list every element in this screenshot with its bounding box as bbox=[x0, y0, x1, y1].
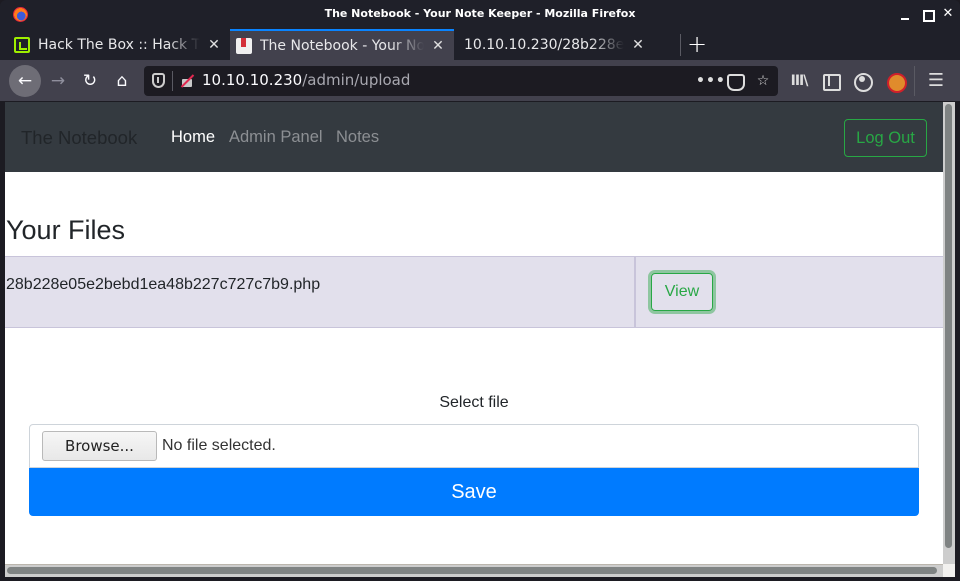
nav-link-home[interactable]: Home bbox=[171, 128, 215, 147]
logout-button[interactable]: Log Out bbox=[844, 119, 927, 157]
insecure-lock-icon[interactable] bbox=[180, 74, 194, 88]
url-text[interactable]: 10.10.10.230/admin/upload bbox=[202, 71, 410, 89]
hamburger-menu-icon[interactable]: ☰ bbox=[925, 70, 947, 92]
site-brand[interactable]: The Notebook bbox=[21, 127, 137, 149]
tab-hack-the-box[interactable]: Hack The Box :: Hack The Box ✕ bbox=[8, 29, 230, 60]
page-title: Your Files bbox=[6, 215, 126, 245]
extension-icon[interactable] bbox=[884, 70, 907, 93]
horizontal-scroll-thumb[interactable] bbox=[7, 567, 937, 574]
close-tab-icon[interactable]: ✕ bbox=[430, 38, 446, 54]
notebook-icon bbox=[236, 37, 252, 54]
url-bar[interactable]: 10.10.10.230/admin/upload ••• ☆ bbox=[144, 66, 778, 96]
browser-window: The Notebook - Your Note Keeper - Mozill… bbox=[0, 0, 960, 581]
tab-strip: Hack The Box :: Hack The Box ✕ The Noteb… bbox=[0, 28, 960, 60]
reload-button[interactable]: ↻ bbox=[74, 65, 106, 97]
navigation-toolbar: ← → ↻ ⌂ 10.10.10.230/admin/upload ••• ☆ … bbox=[0, 60, 960, 102]
title-bar: The Notebook - Your Note Keeper - Mozill… bbox=[0, 0, 960, 28]
vertical-scrollbar[interactable] bbox=[943, 102, 955, 564]
file-input[interactable]: Browse... No file selected. bbox=[29, 424, 919, 468]
library-icon[interactable]: III\ bbox=[788, 70, 810, 92]
htb-cube-icon bbox=[14, 36, 30, 53]
cell-divider bbox=[634, 257, 636, 327]
back-button[interactable]: ← bbox=[9, 65, 41, 97]
nav-link-admin-panel[interactable]: Admin Panel bbox=[229, 128, 323, 147]
minimize-button[interactable] bbox=[896, 4, 916, 24]
sidebar-icon[interactable] bbox=[819, 70, 841, 92]
maximize-button[interactable] bbox=[918, 4, 938, 24]
tracking-protection-shield-icon[interactable] bbox=[152, 73, 165, 88]
site-navbar: The Notebook Home Admin Panel Notes Log … bbox=[5, 102, 943, 172]
file-name: 28b228e05e2bebd1ea48b227c727c7b9.php bbox=[6, 276, 321, 293]
bookmark-star-icon[interactable]: ☆ bbox=[752, 70, 774, 92]
new-tab-button[interactable]: + bbox=[686, 30, 708, 58]
view-file-button[interactable]: View bbox=[651, 273, 713, 311]
page-viewport: The Notebook Home Admin Panel Notes Log … bbox=[5, 102, 943, 564]
close-tab-icon[interactable]: ✕ bbox=[206, 37, 222, 53]
tab-the-notebook[interactable]: The Notebook - Your Note Keeper ✕ bbox=[230, 29, 454, 60]
account-icon[interactable] bbox=[851, 70, 873, 92]
url-path: /admin/upload bbox=[302, 71, 411, 89]
tab-separator bbox=[680, 34, 681, 56]
tab-label: 10.10.10.230/28b228e05e2bebd1ea48b227c72… bbox=[464, 36, 624, 53]
forward-button[interactable]: → bbox=[42, 65, 74, 97]
url-host: 10.10.10.230 bbox=[202, 71, 303, 89]
vertical-scroll-thumb[interactable] bbox=[945, 104, 952, 548]
tab-uploaded-file[interactable]: 10.10.10.230/28b228e05e2bebd1ea48b227c72… bbox=[454, 29, 654, 60]
home-button[interactable]: ⌂ bbox=[106, 65, 138, 97]
close-window-button[interactable]: ✕ bbox=[938, 4, 958, 24]
close-tab-icon[interactable]: ✕ bbox=[630, 37, 646, 53]
window-title: The Notebook - Your Note Keeper - Mozill… bbox=[324, 7, 636, 20]
tab-label: Hack The Box :: Hack The Box bbox=[38, 36, 200, 53]
save-button[interactable]: Save bbox=[29, 468, 919, 516]
tab-label: The Notebook - Your Note Keeper bbox=[260, 37, 424, 54]
url-divider bbox=[172, 71, 173, 91]
toolbar-separator bbox=[914, 66, 915, 96]
pocket-icon[interactable] bbox=[724, 70, 746, 92]
files-table-row: 28b228e05e2bebd1ea48b227c727c7b9.php Vie… bbox=[5, 256, 943, 328]
scrollbar-corner bbox=[943, 564, 955, 577]
file-status-text: No file selected. bbox=[162, 437, 276, 454]
browse-button[interactable]: Browse... bbox=[42, 431, 157, 461]
page-actions-icon[interactable]: ••• bbox=[696, 70, 725, 92]
select-file-label: Select file bbox=[439, 394, 509, 411]
nav-link-notes[interactable]: Notes bbox=[336, 128, 379, 147]
